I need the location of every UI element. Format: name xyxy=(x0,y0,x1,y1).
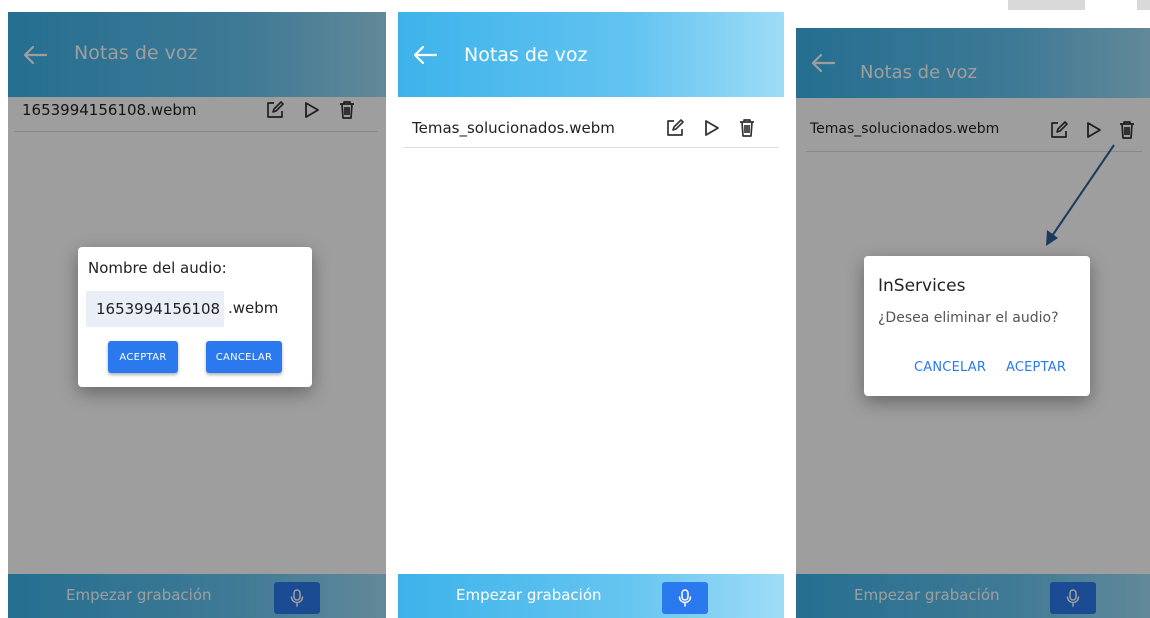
annotation-arrow xyxy=(1046,144,1115,246)
